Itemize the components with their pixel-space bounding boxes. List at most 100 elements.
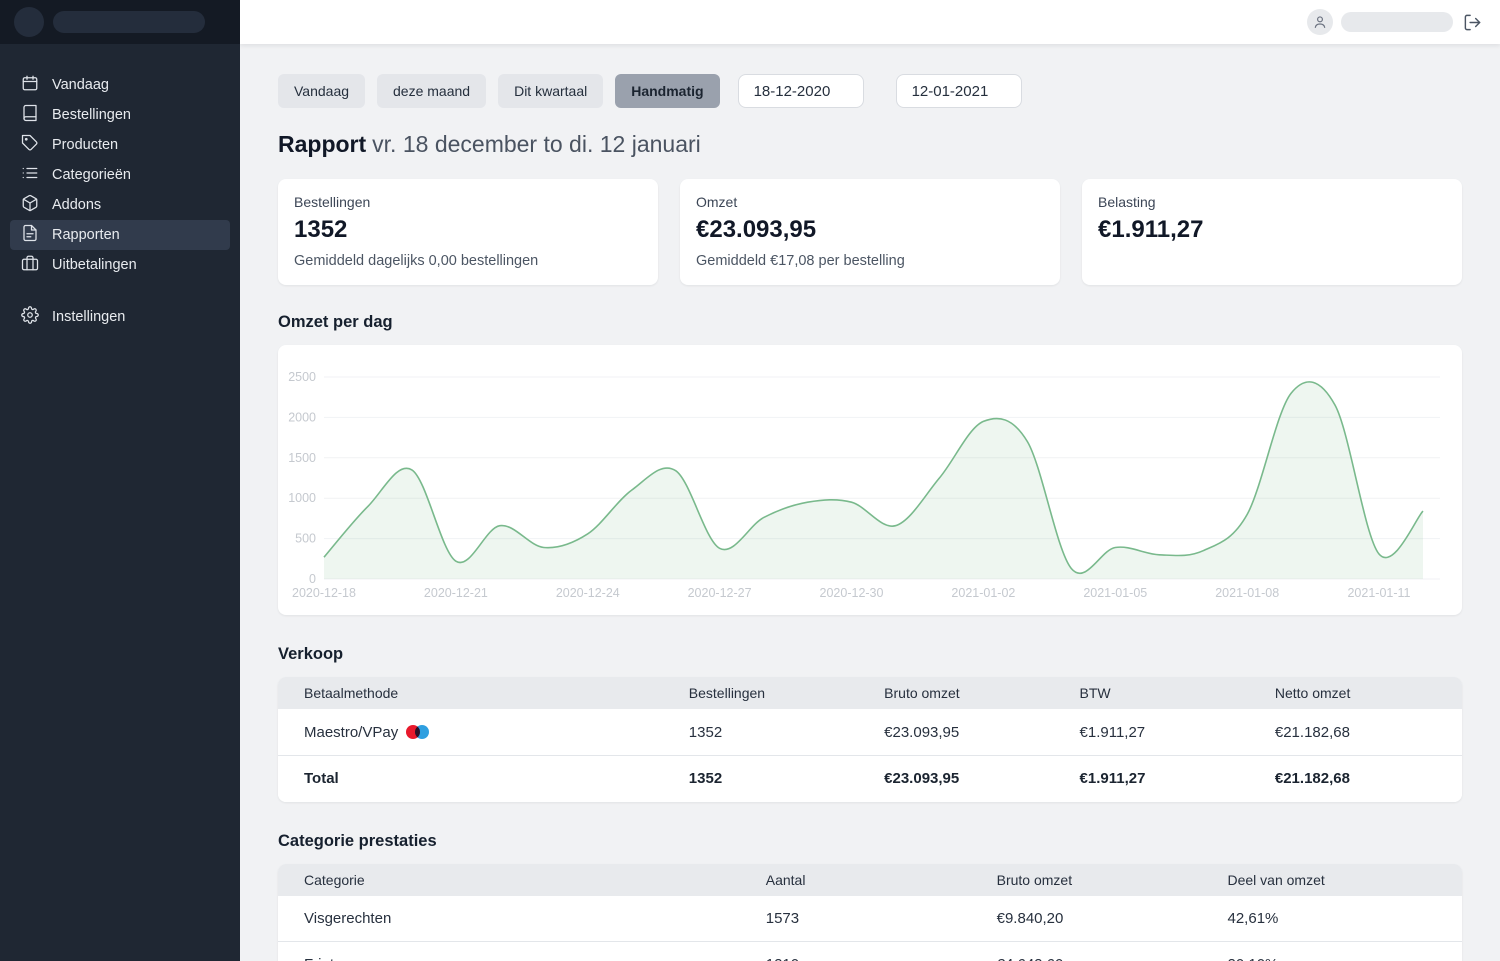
- sidebar-item-instellingen[interactable]: Instellingen: [10, 302, 230, 332]
- logout-icon: [1463, 13, 1482, 32]
- sidebar-item-label: Uitbetalingen: [52, 257, 137, 273]
- person-icon: [1312, 14, 1328, 30]
- table-row-friet: Friet 1210 €4.642,60 20,10%: [278, 942, 1462, 961]
- svg-text:2000: 2000: [288, 410, 316, 424]
- main-content: Vandaag deze maand Dit kwartaal Handmati…: [240, 0, 1500, 961]
- col-deel-van-omzet: Deel van omzet: [1202, 864, 1463, 896]
- sidebar-item-bestellingen[interactable]: Bestellingen: [10, 100, 230, 130]
- sidebar-nav: Vandaag Bestellingen Producten Categorie…: [0, 44, 240, 332]
- sidebar-item-rapporten[interactable]: Rapporten: [10, 220, 230, 250]
- cell-gross: €23.093,95: [858, 709, 1053, 756]
- sidebar-item-addons[interactable]: Addons: [10, 190, 230, 220]
- revenue-per-day-chart: 050010001500200025002020-12-182020-12-21…: [278, 345, 1462, 615]
- topbar: [240, 0, 1500, 44]
- svg-text:2021-01-02: 2021-01-02: [951, 586, 1015, 600]
- col-bruto-omzet: Bruto omzet: [858, 677, 1053, 709]
- sidebar-item-label: Addons: [52, 197, 101, 213]
- payment-method-label: Maestro/VPay: [304, 724, 398, 741]
- stat-value: €1.911,27: [1098, 216, 1446, 244]
- date-from-input[interactable]: 18-12-2020: [738, 74, 864, 108]
- user-name-placeholder: [1341, 12, 1453, 32]
- verkoop-section-title: Verkoop: [278, 645, 1462, 664]
- svg-text:500: 500: [295, 532, 316, 546]
- col-aantal: Aantal: [740, 864, 971, 896]
- svg-text:1000: 1000: [288, 491, 316, 505]
- stat-value: 1352: [294, 216, 642, 244]
- page-title: Rapportvr. 18 december to di. 12 januari: [278, 131, 1462, 158]
- chart-section-title: Omzet per dag: [278, 313, 1462, 332]
- svg-text:2020-12-30: 2020-12-30: [820, 586, 884, 600]
- maestro-icon: [406, 725, 429, 739]
- svg-text:2021-01-11: 2021-01-11: [1347, 586, 1410, 600]
- book-icon: [21, 104, 39, 126]
- svg-text:2020-12-27: 2020-12-27: [688, 586, 752, 600]
- stat-card-omzet: Omzet €23.093,95 Gemiddeld €17,08 per be…: [680, 179, 1060, 285]
- user-avatar-button[interactable]: [1307, 9, 1333, 35]
- report-title-label: Rapport: [278, 131, 366, 157]
- total-vat: €1.911,27: [1054, 756, 1249, 802]
- table-row-total: Total 1352 €23.093,95 €1.911,27 €21.182,…: [278, 756, 1462, 802]
- verkoop-table: Betaalmethode Bestellingen Bruto omzet B…: [278, 677, 1462, 802]
- sidebar-item-label: Rapporten: [52, 227, 120, 243]
- svg-text:2020-12-24: 2020-12-24: [556, 586, 620, 600]
- box-icon: [21, 194, 39, 216]
- filter-dit-kwartaal-button[interactable]: Dit kwartaal: [498, 74, 603, 108]
- col-netto-omzet: Netto omzet: [1249, 677, 1462, 709]
- total-gross: €23.093,95: [858, 756, 1053, 802]
- tag-icon: [21, 134, 39, 156]
- stat-card-belasting: Belasting €1.911,27: [1082, 179, 1462, 285]
- col-bruto-omzet: Bruto omzet: [971, 864, 1202, 896]
- filter-handmatig-button[interactable]: Handmatig: [615, 74, 719, 108]
- cell-gross: €9.840,20: [971, 896, 1202, 942]
- table-row-visgerechten: Visgerechten 1573 €9.840,20 42,61%: [278, 896, 1462, 942]
- nav-spacer: [10, 280, 230, 302]
- cell-share: 42,61%: [1202, 896, 1463, 942]
- cell-category: Friet: [278, 942, 740, 961]
- list-icon: [21, 164, 39, 186]
- category-performance-table: Categorie Aantal Bruto omzet Deel van om…: [278, 864, 1462, 961]
- stat-card-bestellingen: Bestellingen 1352 Gemiddeld dagelijks 0,…: [278, 179, 658, 285]
- svg-text:2021-01-08: 2021-01-08: [1215, 586, 1279, 600]
- total-label: Total: [278, 756, 663, 802]
- filter-vandaag-button[interactable]: Vandaag: [278, 74, 365, 108]
- calendar-icon: [21, 74, 39, 96]
- col-categorie: Categorie: [278, 864, 740, 896]
- sidebar-item-label: Producten: [52, 137, 118, 153]
- date-to-input[interactable]: 12-01-2021: [896, 74, 1022, 108]
- sidebar-item-categorieen[interactable]: Categorieën: [10, 160, 230, 190]
- svg-text:1500: 1500: [288, 451, 316, 465]
- stat-subtitle: [1098, 253, 1446, 270]
- cell-count: 1210: [740, 942, 971, 961]
- sidebar-item-producten[interactable]: Producten: [10, 130, 230, 160]
- table-header-row: Categorie Aantal Bruto omzet Deel van om…: [278, 864, 1462, 896]
- cell-share: 20,10%: [1202, 942, 1463, 961]
- stat-subtitle: Gemiddeld dagelijks 0,00 bestellingen: [294, 253, 642, 270]
- categories-section-title: Categorie prestaties: [278, 832, 1462, 851]
- sidebar-item-label: Instellingen: [52, 309, 125, 325]
- document-icon: [21, 224, 39, 246]
- svg-text:2500: 2500: [288, 370, 316, 384]
- col-bestellingen: Bestellingen: [663, 677, 858, 709]
- sidebar-item-label: Vandaag: [52, 77, 109, 93]
- stat-label: Belasting: [1098, 194, 1446, 210]
- svg-text:2021-01-05: 2021-01-05: [1083, 586, 1147, 600]
- filter-deze-maand-button[interactable]: deze maand: [377, 74, 486, 108]
- logout-button[interactable]: [1461, 11, 1484, 34]
- sidebar: Vandaag Bestellingen Producten Categorie…: [0, 0, 240, 961]
- briefcase-icon: [21, 254, 39, 276]
- total-orders: 1352: [663, 756, 858, 802]
- table-header-row: Betaalmethode Bestellingen Bruto omzet B…: [278, 677, 1462, 709]
- revenue-chart-card: 050010001500200025002020-12-182020-12-21…: [278, 345, 1462, 615]
- svg-text:2020-12-18: 2020-12-18: [292, 586, 356, 600]
- cell-count: 1573: [740, 896, 971, 942]
- table-row-maestro: Maestro/VPay 1352 €23.093,95 €1.911,27 €…: [278, 709, 1462, 756]
- cell-gross: €4.642,60: [971, 942, 1202, 961]
- sidebar-item-uitbetalingen[interactable]: Uitbetalingen: [10, 250, 230, 280]
- total-net: €21.182,68: [1249, 756, 1462, 802]
- svg-text:0: 0: [309, 572, 316, 586]
- sidebar-item-label: Bestellingen: [52, 107, 131, 123]
- report-date-range: vr. 18 december to di. 12 januari: [372, 131, 701, 157]
- sidebar-item-vandaag[interactable]: Vandaag: [10, 70, 230, 100]
- stat-label: Omzet: [696, 194, 1044, 210]
- sidebar-header: [0, 0, 240, 44]
